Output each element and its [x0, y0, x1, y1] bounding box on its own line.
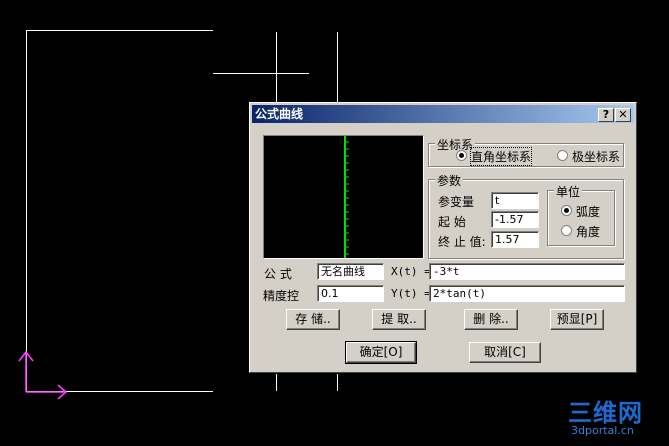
polar-label[interactable]: 极坐标系	[572, 148, 620, 165]
cartesian-radio[interactable]	[456, 150, 467, 161]
start-label: 起 始	[438, 215, 466, 229]
cancel-button[interactable]: 取消[C]	[469, 342, 541, 363]
polar-radio[interactable]	[557, 150, 568, 161]
param-variable-input[interactable]: t	[491, 192, 539, 209]
drawing-line-left	[26, 30, 27, 392]
cartesian-label[interactable]: 直角坐标系	[469, 147, 533, 166]
formula-name-input[interactable]: 无名曲线	[317, 263, 384, 280]
param-variable-label: 参变量	[438, 195, 475, 209]
end-label: 终 止 值:	[438, 235, 486, 249]
formula-name-label: 公 式	[264, 267, 292, 281]
preview-button[interactable]: 预显[P]	[550, 309, 604, 330]
formula-curve-dialog: 公式曲线 ? ✕ 坐标系 直角坐标系 极坐标系 参数 参变量 t 起 始 -1.…	[249, 102, 637, 373]
crosshair-vertical-lower	[276, 373, 277, 391]
dialog-titlebar[interactable]: 公式曲线 ? ✕	[252, 105, 634, 123]
extract-button[interactable]: 提 取..	[372, 309, 426, 330]
x-expression-label: X(t) =	[391, 265, 431, 278]
start-input[interactable]: -1.57	[491, 211, 539, 228]
parameters-label: 参数	[435, 172, 464, 189]
save-button[interactable]: 存 储..	[286, 309, 340, 330]
dialog-title: 公式曲线	[255, 107, 304, 121]
help-button[interactable]: ?	[598, 108, 614, 122]
end-input[interactable]: 1.57	[491, 231, 539, 248]
delete-button[interactable]: 删 除..	[464, 309, 518, 330]
crosshair-vertical	[276, 32, 277, 102]
degree-label[interactable]: 角度	[576, 223, 600, 240]
watermark-domain: 3dportal.cn	[571, 424, 634, 437]
y-expression-input[interactable]: 2*tan(t)	[429, 285, 625, 302]
coord-system-group: 坐标系 直角坐标系 极坐标系	[428, 136, 624, 167]
ucs-axis-icon	[18, 350, 68, 400]
unit-label: 单位	[554, 183, 583, 200]
degree-radio[interactable]	[561, 225, 572, 236]
radian-label[interactable]: 弧度	[576, 203, 600, 220]
close-button[interactable]: ✕	[615, 108, 631, 122]
ok-button[interactable]: 确定[O]	[345, 341, 417, 364]
watermark-brand: 三维网	[568, 399, 643, 427]
crosshair-horizontal	[213, 73, 309, 74]
y-expression-label: Y(t) =	[391, 287, 431, 300]
precision-label: 精度控	[263, 289, 300, 303]
parameters-group: 参数 参变量 t 起 始 -1.57 终 止 值: 1.57 单位 弧度 角度	[428, 172, 624, 259]
drawing-line-right-lower	[337, 373, 338, 391]
drawing-line-right	[337, 32, 338, 102]
preview-curve	[344, 136, 349, 258]
coord-system-label: 坐标系	[435, 136, 476, 153]
unit-group: 单位 弧度 角度	[547, 183, 615, 246]
radian-radio[interactable]	[561, 205, 572, 216]
curve-preview	[263, 135, 424, 259]
drawing-line-top	[26, 30, 213, 31]
precision-input[interactable]: 0.1	[317, 285, 384, 302]
x-expression-input[interactable]: -3*t	[429, 263, 625, 280]
